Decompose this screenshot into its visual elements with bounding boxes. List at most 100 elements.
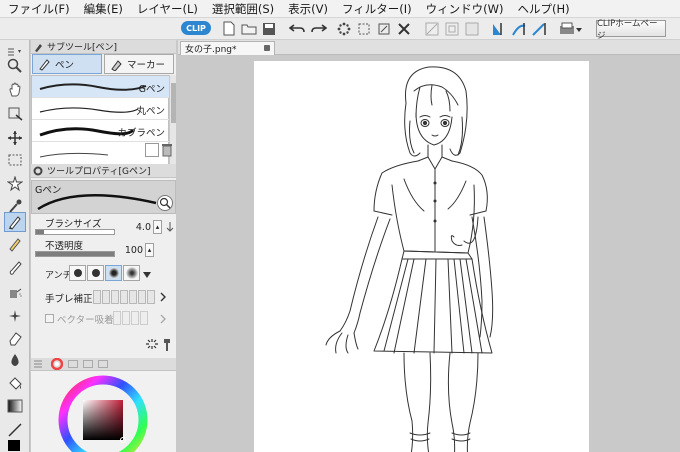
- vector-snap-option-4[interactable]: [140, 311, 148, 325]
- stabilization-level-2[interactable]: [102, 290, 110, 304]
- save-icon[interactable]: [260, 20, 278, 37]
- blend-icon[interactable]: [4, 350, 26, 370]
- print-dropdown-icon[interactable]: [558, 20, 584, 37]
- gear-icon[interactable]: [33, 166, 43, 176]
- scale-rotate-icon[interactable]: [376, 20, 392, 37]
- pencil-icon[interactable]: [4, 234, 26, 254]
- snap-grid-icon[interactable]: [530, 20, 548, 37]
- color-wheel-tab-icon[interactable]: [51, 358, 63, 370]
- antialias-none-button[interactable]: [69, 265, 86, 281]
- decoration-icon[interactable]: [4, 306, 26, 326]
- stabilization-level-4[interactable]: [120, 290, 128, 304]
- snap-special-ruler-icon[interactable]: [510, 20, 528, 37]
- clear-outside-icon[interactable]: [444, 20, 460, 37]
- clip-paw-badge[interactable]: CLIP: [181, 21, 211, 35]
- document-tab[interactable]: 女の子.png*: [180, 41, 275, 55]
- menu-help[interactable]: ヘルプ(H): [510, 1, 576, 17]
- crop-icon[interactable]: [396, 20, 412, 37]
- color-wheel-panel: [31, 358, 176, 452]
- select-area-icon[interactable]: [356, 20, 372, 37]
- trash-icon[interactable]: [161, 143, 173, 157]
- object-icon[interactable]: [4, 104, 26, 124]
- hand-icon[interactable]: [4, 80, 26, 100]
- menu-edit[interactable]: 編集(E): [76, 1, 129, 17]
- foreground-color-swatch[interactable]: [4, 438, 26, 452]
- brush-size-value[interactable]: 4.0: [127, 222, 151, 233]
- subtab-marker-label: マーカー: [127, 60, 166, 71]
- fill-icon[interactable]: [464, 20, 480, 37]
- stabilization-level-5[interactable]: [129, 290, 137, 304]
- property-settings-icon[interactable]: [143, 336, 173, 357]
- brush-item-g-pen[interactable]: Gペン: [32, 76, 169, 98]
- brush-preview-stroke: [37, 194, 157, 211]
- menu-file[interactable]: ファイル(F): [0, 1, 76, 17]
- subtab-pen[interactable]: ペン: [32, 54, 102, 74]
- preview-zoom-icon[interactable]: [157, 195, 173, 211]
- intermediate-color-tab-icon[interactable]: [83, 360, 93, 368]
- stabilization-level-7[interactable]: [147, 290, 155, 304]
- clear-layer-icon[interactable]: [424, 20, 440, 37]
- brush-size-spinner[interactable]: ▴: [153, 220, 162, 234]
- opacity-slider[interactable]: [35, 251, 115, 257]
- opacity-value[interactable]: 100: [119, 245, 143, 256]
- pen-tool-icon[interactable]: [4, 212, 26, 232]
- opacity-spinner[interactable]: ▴: [145, 243, 154, 257]
- auto-select-icon[interactable]: [4, 174, 26, 194]
- brush-icon[interactable]: [4, 258, 26, 278]
- snap-ruler-icon[interactable]: [490, 20, 508, 37]
- airbrush-icon[interactable]: [4, 282, 26, 302]
- move-layer-icon[interactable]: [4, 128, 26, 148]
- approximate-color-tab-icon[interactable]: [98, 360, 108, 368]
- tool-property-header: ツールプロパティ[Gペン]: [31, 164, 176, 178]
- scroll-thumb[interactable]: [171, 83, 176, 123]
- canvas-paper[interactable]: [254, 61, 589, 452]
- vector-snap-option-3[interactable]: [131, 311, 139, 325]
- pen-tab-icon: [39, 59, 50, 71]
- fill-bucket-icon[interactable]: [4, 374, 26, 394]
- subtab-marker[interactable]: マーカー: [104, 54, 174, 74]
- vector-snap-arrow-icon[interactable]: [159, 313, 167, 328]
- antialias-dropdown-icon[interactable]: [142, 269, 152, 282]
- marker-tab-icon: [111, 60, 122, 71]
- eraser-icon[interactable]: [4, 328, 26, 348]
- stabilization-arrow-icon[interactable]: [159, 291, 167, 306]
- redo-icon[interactable]: [310, 20, 328, 37]
- stabilization-level-6[interactable]: [138, 290, 146, 304]
- selection-icon[interactable]: [4, 150, 26, 170]
- menu-layer[interactable]: レイヤー(L): [129, 1, 204, 17]
- brush-item-round-pen[interactable]: 丸ペン: [32, 98, 169, 120]
- vector-snap-checkbox[interactable]: [45, 314, 54, 323]
- brush-size-slider[interactable]: [35, 229, 115, 235]
- zoom-icon[interactable]: [4, 56, 26, 76]
- vector-snap-option-1[interactable]: [113, 311, 121, 325]
- brush-item-label: Gペン: [138, 84, 165, 95]
- close-tab-icon[interactable]: [264, 45, 270, 51]
- open-folder-icon[interactable]: [240, 20, 258, 37]
- brush-size-menu-icon[interactable]: [165, 220, 175, 234]
- clip-studio-window: ファイル(F) 編集(E) レイヤー(L) 選択範囲(S) 表示(V) フィルタ…: [0, 0, 680, 452]
- brush-list-scrollbar[interactable]: [169, 75, 176, 177]
- subtool-panel: サブツール[ペン] ペン マーカー Gペン 丸ペン カブラペン ツールプロパティ…: [31, 40, 176, 452]
- new-file-icon[interactable]: [220, 20, 238, 37]
- menu-window[interactable]: ウィンドウ(W): [418, 1, 510, 17]
- canvas-workspace[interactable]: [178, 55, 680, 452]
- antialias-medium-button[interactable]: [105, 265, 122, 281]
- line-tool-icon[interactable]: [4, 420, 26, 440]
- menu-view[interactable]: 表示(V): [280, 1, 334, 17]
- color-set-tab-icon[interactable]: [68, 360, 78, 368]
- copy-subtool-icon[interactable]: [145, 143, 159, 157]
- stabilization-level-3[interactable]: [111, 290, 119, 304]
- undo-icon[interactable]: [288, 20, 306, 37]
- transform-dots-icon[interactable]: [336, 20, 352, 37]
- gradient-icon[interactable]: [4, 396, 26, 416]
- stabilization-level-1[interactable]: [93, 290, 101, 304]
- menu-filter[interactable]: フィルター(I): [334, 1, 418, 17]
- brush-item-kabura-pen[interactable]: カブラペン: [32, 120, 169, 142]
- antialias-weak-button[interactable]: [87, 265, 104, 281]
- vector-snap-option-2[interactable]: [122, 311, 130, 325]
- menu-selection[interactable]: 選択範囲(S): [204, 1, 280, 17]
- color-wheel[interactable]: [53, 374, 163, 452]
- antialias-strong-button[interactable]: [123, 265, 140, 281]
- clip-homepage-button[interactable]: CLIPホームページ: [596, 19, 666, 41]
- pen-group-icon: [35, 43, 42, 52]
